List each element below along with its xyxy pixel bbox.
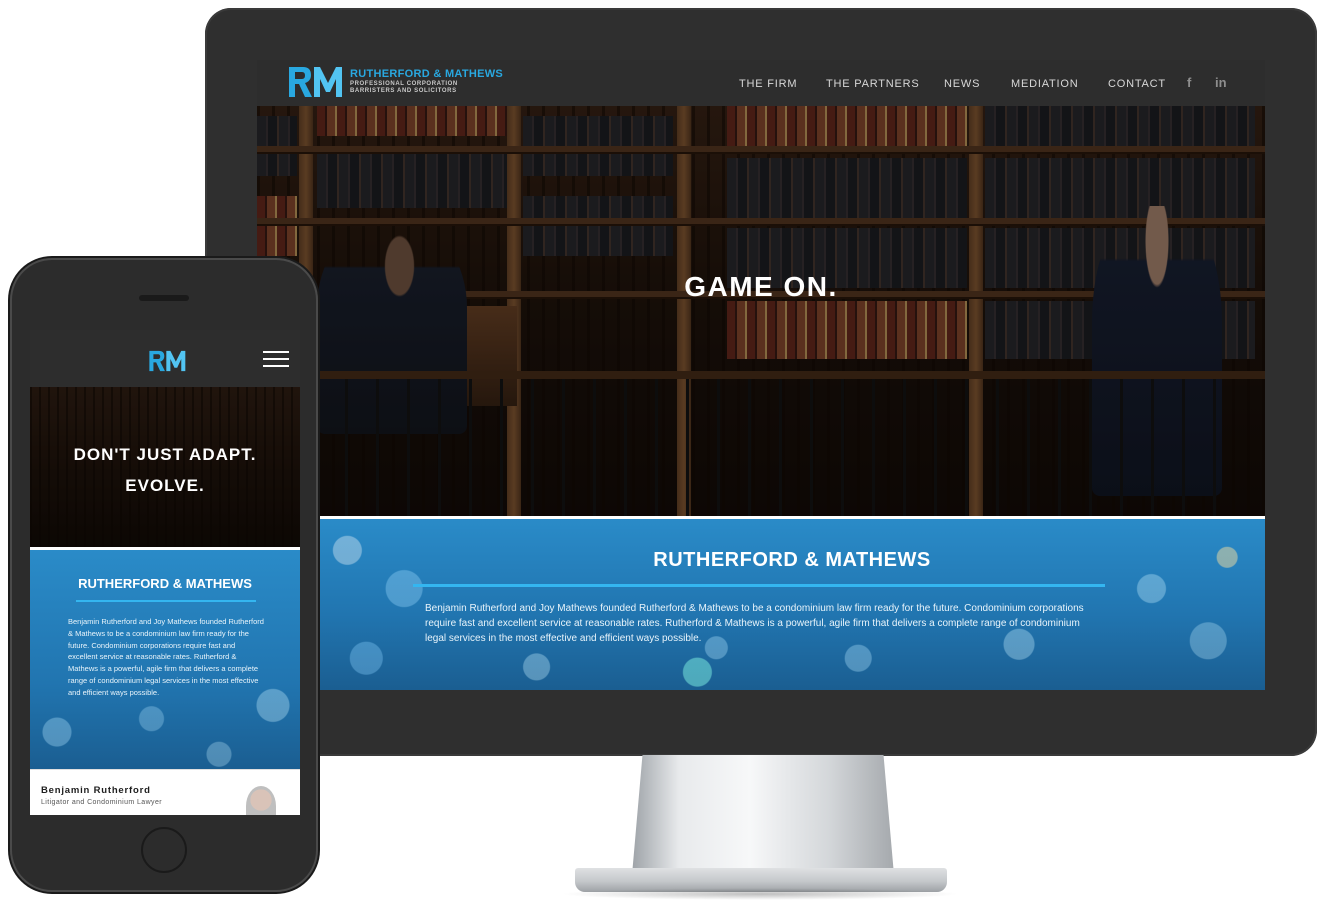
logo-subtitle-1: PROFESSIONAL CORPORATION <box>350 81 458 87</box>
partner-name: Benjamin Rutherford <box>41 785 151 796</box>
nav-contact[interactable]: CONTACT <box>1108 78 1166 90</box>
hero-banner: GAME ON. <box>257 106 1265 516</box>
about-section: RUTHERFORD & MATHEWS Benjamin Rutherford… <box>319 516 1265 690</box>
nav-the-firm[interactable]: THE FIRM <box>739 78 797 90</box>
phone-speaker <box>139 295 189 301</box>
mobile-about-text: Benjamin Rutherford and Joy Mathews foun… <box>68 617 264 697</box>
linkedin-icon[interactable]: in <box>1215 75 1227 90</box>
about-title: RUTHERFORD & MATHEWS <box>653 549 931 571</box>
mobile-hero-line-1: DON'T JUST ADAPT. <box>73 445 257 464</box>
phone-home-button[interactable] <box>141 827 187 873</box>
mobile-about-title: RUTHERFORD & MATHEWS <box>78 576 252 591</box>
logo-subtitle-2: BARRISTERS AND SOLICITORS <box>350 88 457 94</box>
nav-the-partners[interactable]: THE PARTNERS <box>826 78 920 90</box>
monitor-stand-neck <box>632 755 894 875</box>
mobile-screen: DON'T JUST ADAPT. EVOLVE. RUTHERFORD & M… <box>30 330 300 815</box>
avatar <box>246 786 276 815</box>
desktop-header: RUTHERFORD & MATHEWS PROFESSIONAL CORPOR… <box>257 60 1265 107</box>
hero-title: GAME ON. <box>684 271 838 302</box>
monitor-stand-shadow <box>560 888 960 900</box>
partner-role: Litigator and Condominium Lawyer <box>41 799 162 806</box>
mobile-hero-banner: DON'T JUST ADAPT. EVOLVE. <box>30 387 300 547</box>
about-divider <box>413 584 1105 587</box>
mobile-about-divider <box>76 600 256 602</box>
mobile-about-section: RUTHERFORD & MATHEWS Benjamin Rutherford… <box>30 547 300 772</box>
about-text: Benjamin Rutherford and Joy Mathews foun… <box>425 603 1084 644</box>
partner-card[interactable]: Benjamin Rutherford Litigator and Condom… <box>30 769 300 815</box>
mobile-hero-line-2: EVOLVE. <box>125 476 205 495</box>
logo-name: RUTHERFORD & MATHEWS <box>350 68 504 80</box>
hamburger-menu-icon[interactable] <box>263 351 289 367</box>
nav-mediation[interactable]: MEDIATION <box>1011 78 1079 90</box>
nav-news[interactable]: NEWS <box>944 78 980 90</box>
desktop-screen: RUTHERFORD & MATHEWS PROFESSIONAL CORPOR… <box>257 60 1265 690</box>
facebook-icon[interactable]: f <box>1187 75 1191 90</box>
rm-logo-icon[interactable] <box>287 65 343 99</box>
rm-logo-icon[interactable] <box>148 349 186 373</box>
